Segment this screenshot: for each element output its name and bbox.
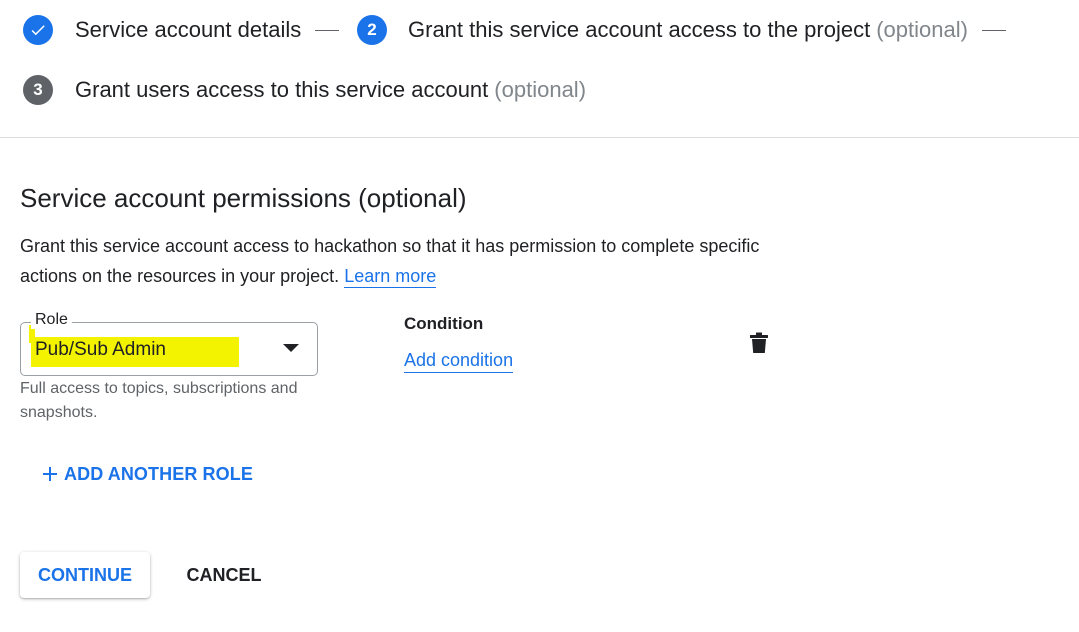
step-separator <box>981 29 1006 31</box>
step-1-label: Service account details <box>75 17 302 42</box>
section-title: Service account permissions (optional) <box>20 183 467 213</box>
step-service-account-details[interactable]: Service account details <box>23 15 340 45</box>
step-3-badge: 3 <box>23 75 53 105</box>
step-2-badge: 2 <box>357 15 387 45</box>
cancel-button[interactable]: CANCEL <box>172 552 276 598</box>
role-select[interactable]: Role Pub/Sub Admin <box>20 311 318 376</box>
role-value: Pub/Sub Admin <box>35 339 166 360</box>
step-2-optional: (optional) <box>876 17 968 42</box>
section-description: Grant this service account access to hac… <box>20 231 780 291</box>
role-value-highlight: Pub/Sub Admin <box>31 337 239 367</box>
learn-more-link[interactable]: Learn more <box>344 266 437 288</box>
step-separator <box>315 29 340 31</box>
step-grant-project-access[interactable]: 2 Grant this service account access to t… <box>357 15 1006 45</box>
dropdown-arrow-icon[interactable] <box>283 344 299 352</box>
role-label: Role <box>31 311 72 329</box>
continue-button[interactable]: CONTINUE <box>20 552 150 598</box>
condition-label: Condition <box>404 314 484 333</box>
add-condition-link[interactable]: Add condition <box>404 350 514 373</box>
check-icon <box>23 15 53 45</box>
role-hint: Full access to topics, subscriptions and… <box>20 380 298 421</box>
stepper: Service account details 2 Grant this ser… <box>0 0 1079 138</box>
add-another-role-button[interactable]: ADD ANOTHER ROLE <box>38 458 253 490</box>
plus-icon <box>38 462 62 486</box>
divider <box>0 137 1079 138</box>
step-3-label-wrap: Grant users access to this service accou… <box>75 77 586 103</box>
trash-icon[interactable] <box>749 332 769 354</box>
service-account-permissions-page: Service account details 2 Grant this ser… <box>0 0 1079 632</box>
step-3-optional: (optional) <box>494 77 587 102</box>
step-grant-users-access[interactable]: 3 Grant users access to this service acc… <box>23 75 586 105</box>
add-another-role-label: ADD ANOTHER ROLE <box>64 463 253 484</box>
step-3-label: Grant users access to this service accou… <box>75 77 489 102</box>
step-2-label-wrap: Grant this service account access to the… <box>408 17 968 43</box>
step-2-label: Grant this service account access to the… <box>408 17 871 42</box>
